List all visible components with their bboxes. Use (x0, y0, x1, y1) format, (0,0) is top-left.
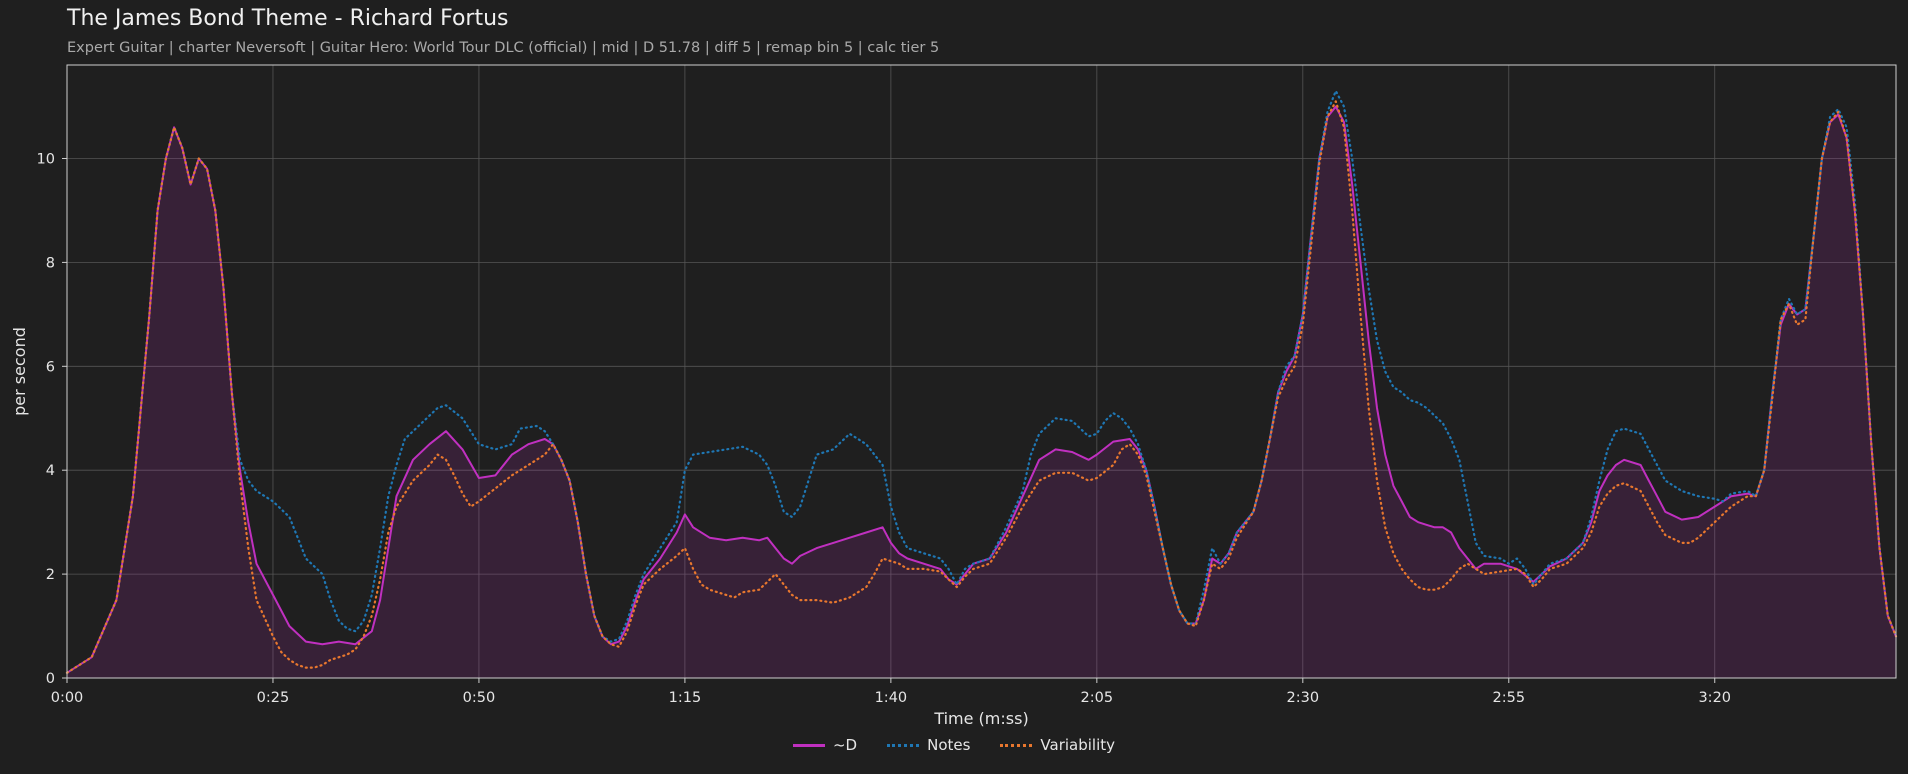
legend-swatch-d (792, 743, 825, 747)
x-tick-label-3: 1:15 (669, 690, 702, 706)
x-tick-label-2: 0:50 (463, 690, 496, 706)
legend-swatch-notes (887, 743, 920, 747)
legend-item-variability: Variability (1000, 736, 1115, 754)
chart-canvas: 0:00 0:25 0:50 1:15 1:40 2:05 2:30 2:55 3:20 0 2 4 6… (10, 64, 1898, 728)
legend-item-notes: Notes (887, 736, 970, 754)
legend-label-d: ~D (832, 736, 858, 754)
legend-swatch-variability (1000, 743, 1033, 747)
legend-label-variability: Variability (1040, 736, 1116, 754)
y-tick-label-5: 10 (37, 152, 55, 168)
x-axis-label: Time (m:ss) (933, 709, 1028, 728)
x-tick-label-6: 2:30 (1287, 690, 1320, 706)
legend-label-notes: Notes (927, 736, 971, 754)
x-tick-label-0: 0:00 (51, 690, 84, 706)
legend: ~D Notes Variability (0, 736, 1908, 754)
y-tick-label-2: 4 (46, 463, 55, 479)
y-tick-label-0: 0 (46, 671, 55, 687)
y-axis-label: per second (10, 327, 29, 416)
x-tick-label-1: 0:25 (257, 690, 290, 706)
x-tick-label-8: 3:20 (1698, 690, 1731, 706)
x-tick-label-7: 2:55 (1492, 690, 1525, 706)
x-tick-label-5: 2:05 (1081, 690, 1114, 706)
y-tick-label-1: 2 (46, 567, 55, 583)
x-tick-label-4: 1:40 (875, 690, 908, 706)
legend-item-d: ~D (792, 736, 858, 754)
y-tick-label-3: 6 (46, 359, 55, 375)
y-tick-label-4: 8 (46, 255, 55, 271)
